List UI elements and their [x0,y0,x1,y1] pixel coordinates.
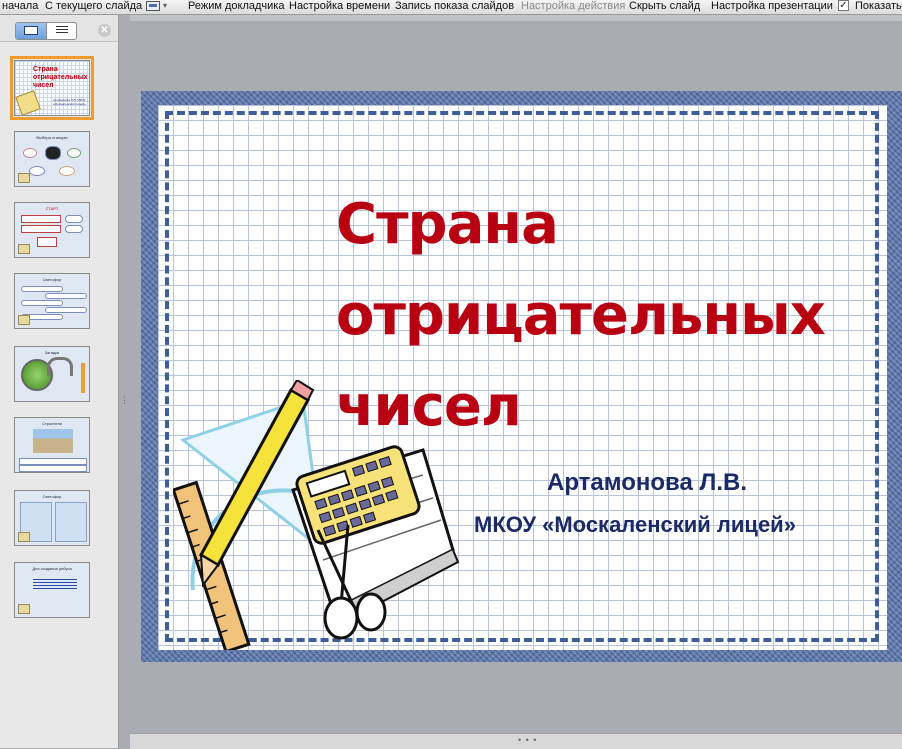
clipart-icon [18,315,30,325]
thumbnail-title: СТАРТ [45,206,59,211]
chevron-down-icon[interactable]: ▾ [163,0,167,13]
panel-resize-handle[interactable]: ⋮ [120,396,130,405]
slide-background: Страна отрицательных чисел Артамонова Л.… [158,105,887,650]
close-icon[interactable]: ✕ [98,24,111,37]
slide-show-menu-icon[interactable] [146,1,160,11]
slide-canvas[interactable]: Страна отрицательных чисел Артамонова Л.… [141,91,902,662]
presenter-view-button[interactable]: Режим докладчика [188,0,284,13]
thumbnail-title: Страна отрицательных чисел [33,66,88,89]
slide-thumbnail-7[interactable]: Светофор [14,490,90,546]
clipart-icon [18,604,30,614]
outline-icon [56,26,68,36]
title-line-2: отрицательных [336,283,826,348]
clipart-icon [18,532,30,542]
rehearse-timings-button[interactable]: Настройка времени [289,0,390,13]
slide-thumbnail-4[interactable]: Светофор [14,273,90,329]
thumbnail-title: Для создания ребуса [32,566,72,571]
show-checkbox[interactable]: ✓ [838,0,849,11]
outline-view-tab[interactable] [46,23,76,39]
panel-tabs: ✕ [0,15,118,42]
from-current-slide-button[interactable]: С текущего слайда [45,0,142,13]
thumbnail-title: Загадки [44,350,60,355]
author-name[interactable]: Артамонова Л.В. [547,469,747,497]
show-checkbox-label[interactable]: Показать [855,0,902,13]
slide-thumbnail-8[interactable]: Для создания ребуса [14,562,90,618]
ruler-edge [130,15,902,21]
title-line-1: Страна [336,192,559,257]
slide-thumbnail-5[interactable]: Загадки [14,346,90,402]
slides-view-tab[interactable] [16,23,46,39]
notes-divider[interactable]: • • • [130,733,902,749]
slide-thumbnail-3[interactable]: СТАРТ [14,202,90,258]
thumbnail-title: Светофор [42,277,62,282]
school-name[interactable]: МКОУ «Москаленский лицей» [474,512,796,538]
slides-panel: ✕ Страна отрицательных чисел Артамонова … [0,15,119,748]
setup-show-button[interactable]: Настройка презентации [711,0,833,13]
thumbnail-title: Выбери станцию [36,135,68,140]
notes-resize-handle[interactable]: • • • [518,735,537,745]
school-supplies-clipart[interactable] [173,380,463,650]
slide-thumbnail-6[interactable]: Строители [14,417,90,473]
house-picture [33,429,73,453]
record-slide-show-button[interactable]: Запись показа слайдов [395,0,514,13]
thumbnail-title: Строители [42,421,62,426]
thumbnail-title: Светофор [42,494,62,499]
slide-thumbnail-2[interactable]: Выбери станцию [14,131,90,187]
view-toggle [15,22,77,40]
clipart-icon [18,244,30,254]
slides-icon [24,26,38,35]
clipart-icon [18,173,30,183]
thumbnail-subtitle: Артамонова Л.В. МКОУ «Москаленский лицей… [53,98,86,106]
hide-slide-button[interactable]: Скрыть слайд [629,0,700,13]
action-settings-button: Настройка действия [521,0,626,12]
from-beginning-button[interactable]: начала [2,0,38,13]
ribbon-toolbar: начала С текущего слайда ▾ Режим докладч… [0,0,902,15]
slide-thumbnail-1[interactable]: Страна отрицательных чисел Артамонова Л.… [10,56,94,120]
